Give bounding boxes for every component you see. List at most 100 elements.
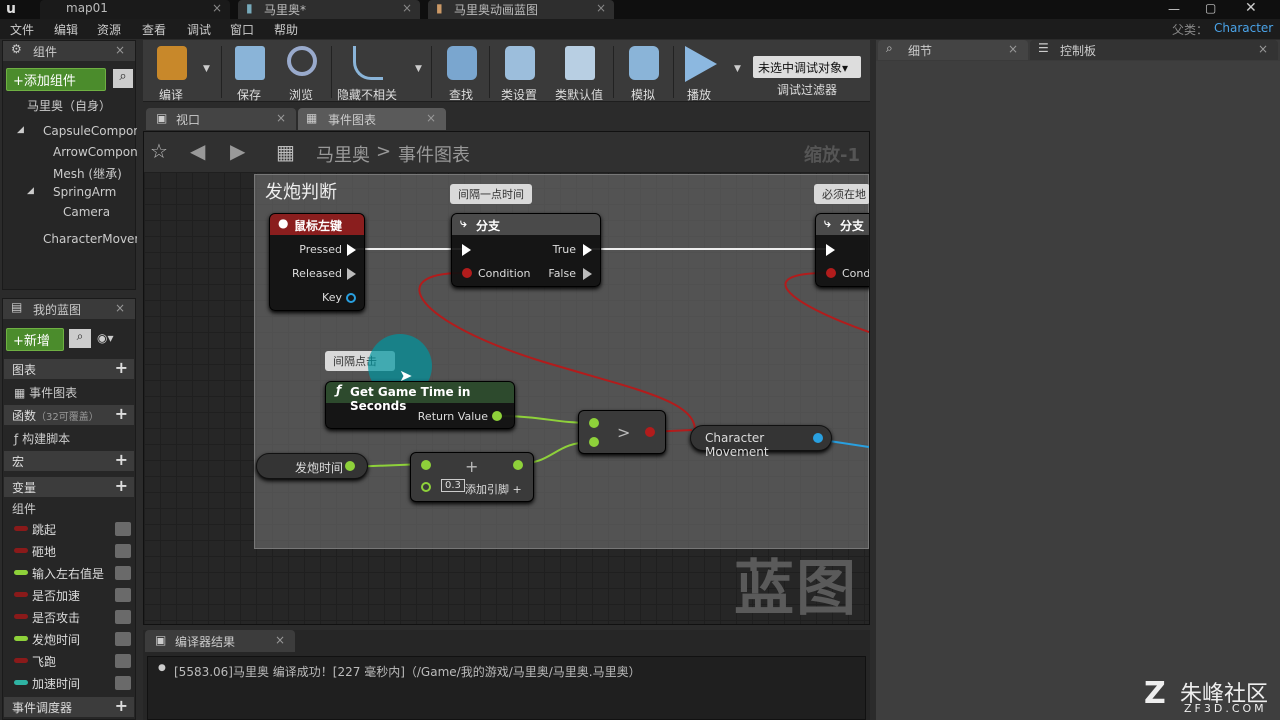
add-variable-icon[interactable]: + — [115, 476, 128, 495]
close-icon[interactable]: × — [276, 111, 286, 125]
eye-icon[interactable]: ◉▾ — [97, 331, 114, 345]
tree-item-camera[interactable]: Camera — [63, 205, 110, 219]
close-icon[interactable]: × — [1258, 42, 1268, 56]
forward-arrow-icon[interactable]: ▶ — [230, 139, 245, 163]
return-value-pin[interactable] — [492, 411, 502, 421]
graph-canvas[interactable]: 发炮判断 间隔一点时间 必须在地 ● 鼠标左键 Pressed Released … — [144, 172, 869, 624]
back-arrow-icon[interactable]: ◀ — [190, 139, 205, 163]
details-tab[interactable]: ⌕ 细节 × — [878, 40, 1028, 60]
add-value-input[interactable]: 0.3 — [441, 479, 465, 492]
add-pin-button[interactable]: 添加引脚 + — [465, 481, 522, 497]
visibility-eye-icon[interactable] — [115, 522, 131, 536]
expand-arrow-icon[interactable]: ◢ — [27, 186, 34, 196]
add-component-button[interactable]: +添加组件 — [6, 68, 106, 91]
add-output-pin[interactable] — [513, 460, 523, 470]
variables-components-category[interactable]: 组件 — [12, 500, 36, 517]
parent-class-link[interactable]: Character — [1214, 21, 1273, 35]
exec-in-pin[interactable] — [826, 244, 835, 256]
menu-asset[interactable]: 资源 — [97, 21, 121, 38]
hide-options-arrow[interactable]: ▼ — [415, 64, 422, 74]
visibility-eye-icon[interactable] — [115, 544, 131, 558]
tree-item-mesh[interactable]: Mesh (继承) — [53, 165, 122, 182]
tab-map01[interactable]: map01 × — [40, 0, 230, 19]
mouse-left-node[interactable]: ● 鼠标左键 Pressed Released Key — [269, 213, 365, 311]
visibility-eye-icon[interactable] — [115, 566, 131, 580]
breadcrumb-root[interactable]: 马里奥 — [316, 141, 370, 167]
new-button[interactable]: +新增 — [6, 328, 64, 351]
variable-row[interactable]: 发炮时间 — [4, 628, 134, 650]
add-node[interactable]: + 0.3 添加引脚 + — [410, 452, 534, 502]
play-options-arrow[interactable]: ▼ — [734, 64, 741, 74]
save-button[interactable]: 保存 — [225, 44, 273, 102]
star-icon[interactable]: ☆ — [150, 139, 168, 163]
search-icon[interactable]: ⌕ — [69, 329, 91, 348]
character-movement-node[interactable]: Character Movement — [690, 425, 832, 459]
control-panel-tab[interactable]: ☰ 控制板 × — [1030, 40, 1278, 60]
close-icon[interactable]: × — [402, 1, 412, 15]
character-movement-pin[interactable] — [813, 433, 823, 443]
simulate-button[interactable]: 模拟 — [619, 44, 667, 102]
add-macro-icon[interactable]: + — [115, 450, 128, 469]
close-icon[interactable]: × — [115, 43, 125, 57]
menu-debug[interactable]: 调试 — [187, 21, 211, 38]
play-button[interactable]: 播放 — [675, 44, 723, 102]
compare-output-pin[interactable] — [645, 427, 655, 437]
close-icon[interactable]: × — [115, 301, 125, 315]
condition-pin[interactable] — [462, 268, 472, 278]
branch-node[interactable]: ⤷ 分支 True Condition False — [451, 213, 601, 287]
search-icon[interactable]: ⌕ — [113, 69, 133, 88]
variable-row[interactable]: 飞跑 — [4, 650, 134, 672]
add-graph-icon[interactable]: + — [115, 358, 128, 377]
input-a-pin[interactable] — [589, 418, 599, 428]
close-icon[interactable]: × — [275, 633, 285, 647]
tree-item-charmove[interactable]: CharacterMovem — [43, 232, 137, 246]
tab-event-graph[interactable]: ▦ 事件图表 × — [298, 108, 446, 130]
browse-button[interactable]: 浏览 — [277, 44, 325, 102]
add-input-pin-2[interactable] — [421, 482, 431, 492]
fire-time-pin[interactable] — [345, 461, 355, 471]
add-function-icon[interactable]: + — [115, 404, 128, 423]
variable-row[interactable]: 输入左右值是 — [4, 562, 134, 584]
menu-help[interactable]: 帮助 — [274, 21, 298, 38]
close-icon[interactable]: × — [212, 1, 222, 15]
section-macros[interactable]: 宏 + — [4, 450, 134, 471]
breadcrumb-current[interactable]: 事件图表 — [398, 141, 470, 167]
add-dispatcher-icon[interactable]: + — [115, 696, 128, 715]
exec-pin[interactable] — [347, 244, 356, 256]
visibility-eye-icon[interactable] — [115, 588, 131, 602]
exec-in-pin[interactable] — [462, 244, 471, 256]
get-game-time-node[interactable]: ƒ Get Game Time in Seconds Return Value — [325, 381, 515, 429]
tree-item-springarm[interactable]: SpringArm — [53, 185, 116, 199]
construction-script-item[interactable]: ƒ 构建脚本 — [14, 430, 70, 447]
comment-bubble[interactable]: 间隔一点时间 — [450, 184, 532, 204]
event-graph-item[interactable]: ▦ 事件图表 — [14, 384, 77, 401]
section-graphs[interactable]: 图表 + — [4, 358, 134, 379]
variable-row[interactable]: 是否加速 — [4, 584, 134, 606]
visibility-eye-icon[interactable] — [115, 632, 131, 646]
tree-item-capsule[interactable]: CapsuleCompon — [43, 124, 137, 138]
close-icon[interactable]: × — [1008, 42, 1018, 56]
branch-node-2[interactable]: ⤷ 分支 Cond — [815, 213, 869, 287]
tab-viewport[interactable]: ▣ 视口 × — [146, 108, 296, 130]
compile-button[interactable]: 编译 — [147, 44, 195, 102]
find-button[interactable]: 查找 — [437, 44, 485, 102]
section-dispatchers[interactable]: 事件调度器 + — [4, 696, 134, 717]
condition-pin[interactable] — [826, 268, 836, 278]
section-functions[interactable]: 函数（32可覆盖） + — [4, 404, 134, 425]
visibility-eye-icon[interactable] — [115, 610, 131, 624]
class-defaults-button[interactable]: 类默认值 — [555, 44, 603, 102]
variable-row[interactable]: 跳起 — [4, 518, 134, 540]
add-input-pin[interactable] — [421, 460, 431, 470]
menu-file[interactable]: 文件 — [10, 21, 34, 38]
variable-row[interactable]: 砸地 — [4, 540, 134, 562]
section-variables[interactable]: 变量 + — [4, 476, 134, 497]
tab-mario-anim[interactable]: ▮ 马里奥动画蓝图 × — [428, 0, 614, 19]
class-settings-button[interactable]: 类设置 — [495, 44, 543, 102]
input-b-pin[interactable] — [589, 437, 599, 447]
menu-edit[interactable]: 编辑 — [54, 21, 78, 38]
minimize-button[interactable]: — — [1168, 2, 1180, 16]
close-icon[interactable]: × — [426, 111, 436, 125]
variable-row[interactable]: 加速时间 — [4, 672, 134, 694]
fire-time-variable-node[interactable]: 发炮时间 — [256, 453, 368, 479]
greater-than-node[interactable]: > — [578, 410, 666, 454]
